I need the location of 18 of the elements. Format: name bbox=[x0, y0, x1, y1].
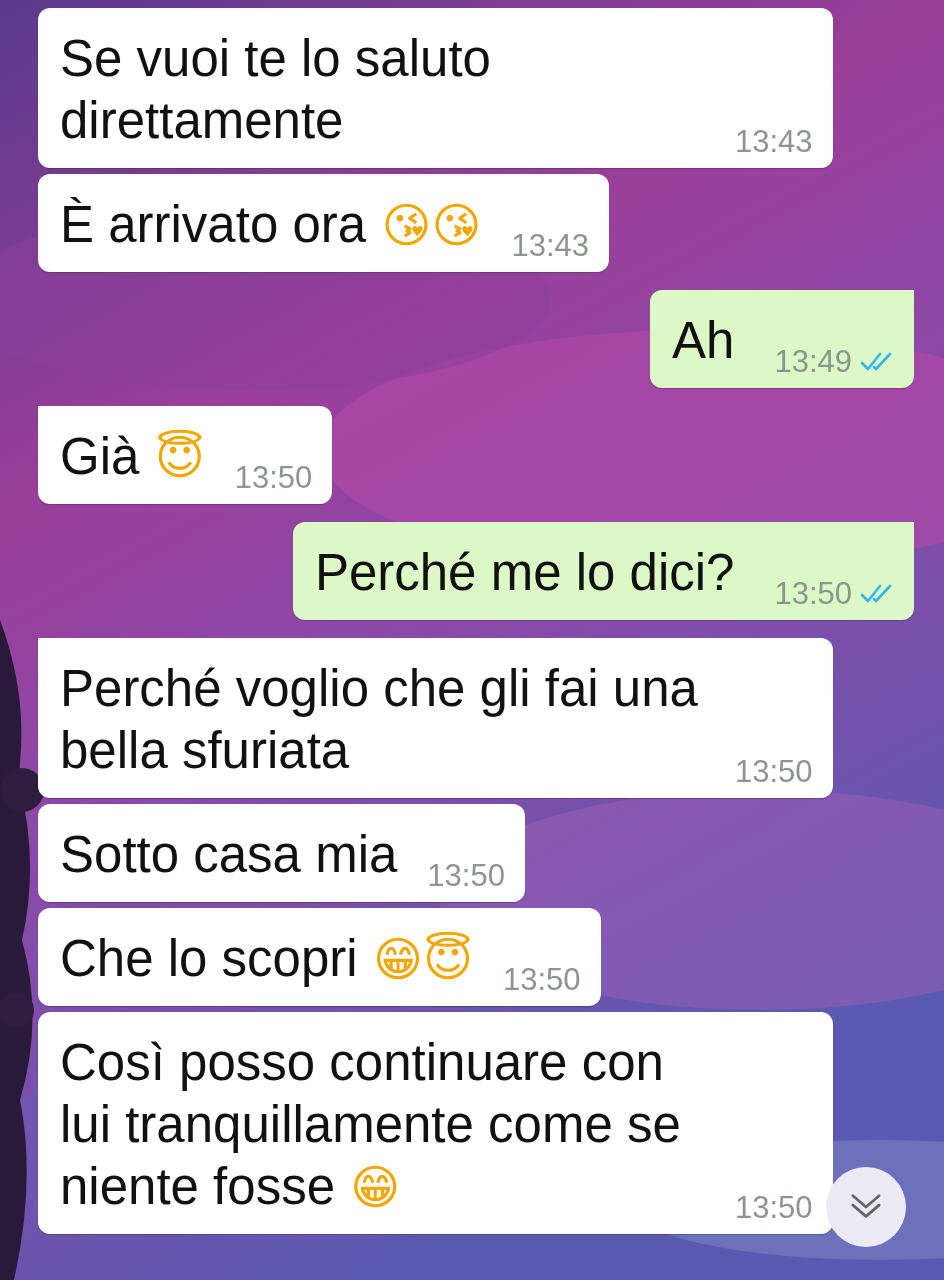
message-time: 13:50 bbox=[735, 754, 813, 790]
message-time: 13:43 bbox=[735, 124, 813, 160]
message-text: Che lo scopri 😁😇 bbox=[60, 929, 473, 989]
message-time: 13:43 bbox=[511, 228, 590, 264]
message-time: 13:50 bbox=[234, 460, 313, 496]
message-text: Così posso continuare con lui tranquillamente come se niente fosse 😁 bbox=[60, 1033, 682, 1217]
message-text: Perché voglio che gli fai una bella sfuriata bbox=[60, 659, 699, 781]
message-time: 13:50 bbox=[427, 858, 505, 894]
message-text: Sotto casa mia bbox=[60, 825, 398, 885]
message-time: 13:49 bbox=[774, 344, 852, 380]
message-time: 13:50 bbox=[735, 1190, 813, 1226]
message-text: Già 😇 bbox=[60, 427, 205, 487]
message-time: 13:50 bbox=[774, 576, 852, 612]
message-text: Perché me lo dici? bbox=[314, 543, 735, 603]
message-time: 13:50 bbox=[503, 962, 581, 998]
message-text: Ah bbox=[672, 311, 735, 371]
message-text: Se vuoi te lo saluto direttamente bbox=[60, 29, 492, 151]
message-text: È arrivato ora 😘😘 bbox=[60, 195, 482, 255]
